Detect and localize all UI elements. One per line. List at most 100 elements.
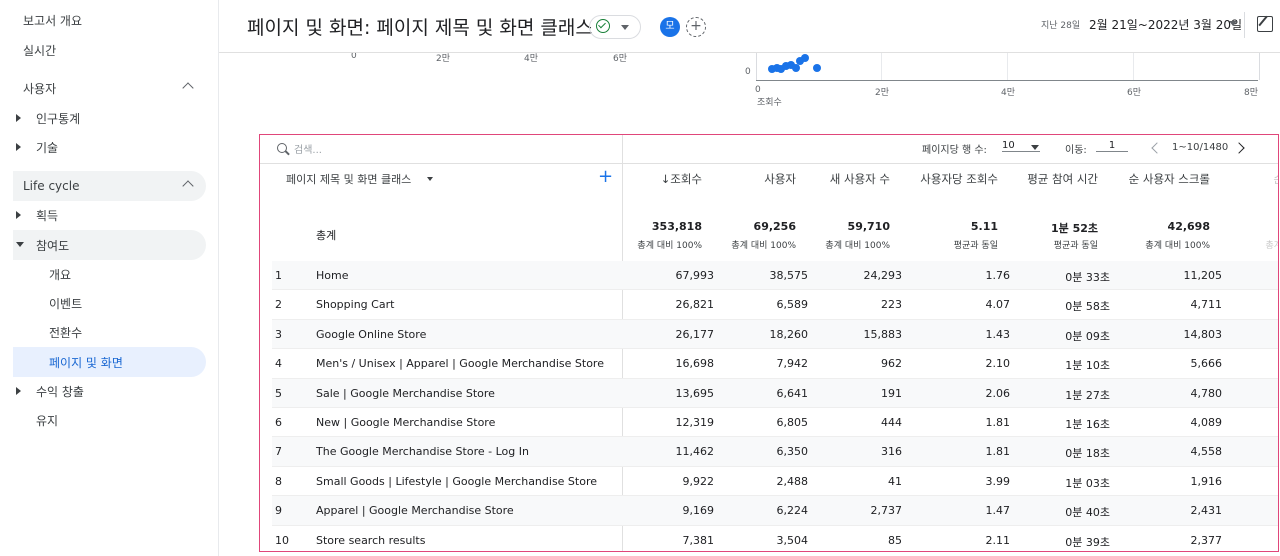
cell-engagement-time: 1분 10초 (1065, 359, 1110, 373)
sidebar-section-lifecycle[interactable]: Life cycle (13, 171, 206, 201)
cell-engagement-time: 0분 58초 (1065, 300, 1110, 314)
cell-new-users: 444 (881, 415, 902, 429)
comparison-avatar[interactable]: 모 (660, 17, 680, 37)
table-row[interactable]: 1 Home 67,993 38,575 24,293 1.76 0분 33초 11,205 (272, 261, 1278, 291)
cell-page-title[interactable]: Men's / Unisex | Apparel | Google Mercha… (316, 357, 604, 370)
column-header-unique-scroll[interactable]: 순 사용자 스크롤 (1129, 171, 1210, 187)
column-header-views[interactable]: ↓조회수 (661, 171, 702, 187)
dropdown-arrow-icon[interactable] (427, 177, 433, 181)
total-engagement-time: 1분 52초 (1050, 222, 1098, 235)
table-row[interactable]: 7 The Google Merchandise Store - Log In 11… (272, 437, 1278, 467)
prev-page-icon[interactable] (1151, 142, 1163, 154)
scatter-point[interactable] (800, 53, 809, 62)
cell-views-per-user: 4.07 (985, 298, 1011, 312)
cell-page-title[interactable]: Apparel | Google Merchandise Store (316, 504, 514, 517)
table-row[interactable]: 8 Small Goods | Lifestyle | Google Mercha… (272, 467, 1278, 497)
date-range-picker[interactable]: 2월 21일~2022년 3월 20일 (1089, 16, 1242, 33)
search-input[interactable]: 검색... (294, 141, 322, 156)
cell-unique-scroll: 4,089 (1190, 415, 1223, 429)
collapse-arrow-icon (16, 242, 24, 247)
dimension-header[interactable]: 페이지 제목 및 화면 클래스 (286, 171, 411, 187)
expand-arrow-icon (16, 211, 21, 219)
sidebar-item-acquisition[interactable]: 획득 (13, 200, 206, 230)
chevron-up-icon (182, 82, 194, 94)
cell-unique-scroll: 2,377 (1190, 533, 1223, 547)
sidebar-item-label: 수익 창출 (36, 384, 84, 399)
column-header-new-users[interactable]: 새 사용자 수 (830, 171, 890, 187)
sidebar-item-overview[interactable]: 보고서 개요 (13, 5, 206, 35)
table-row[interactable]: 6 New | Google Merchandise Store 12,319 6,8… (272, 408, 1278, 438)
cell-page-title[interactable]: Store search results (316, 534, 425, 547)
column-header-users[interactable]: 사용자 (764, 171, 796, 187)
table-row[interactable]: 5 Sale | Google Merchandise Store 13,695 6,… (272, 378, 1278, 408)
page-title: 페이지 및 화면: 페이지 제목 및 화면 클래스 (247, 17, 593, 39)
cell-unique-scroll: 11,205 (1183, 269, 1223, 282)
sidebar-item-label: 보고서 개요 (23, 13, 83, 28)
sidebar-item-monetization[interactable]: 수익 창출 (13, 376, 206, 406)
cell-page-title[interactable]: Sale | Google Merchandise Store (316, 387, 495, 400)
cell-unique-scroll: 5,666 (1190, 357, 1223, 371)
column-header-engagement-time[interactable]: 평균 참여 시간 (1027, 171, 1098, 187)
expand-arrow-icon (16, 387, 21, 395)
cell-engagement-time: 1분 27초 (1065, 388, 1110, 402)
goto-page-input[interactable]: 1 (1096, 140, 1128, 152)
chevron-up-icon (182, 180, 194, 192)
cell-engagement-time: 0분 33초 (1065, 271, 1110, 284)
table-row[interactable]: 3 Google Online Store 26,177 18,260 15,883 1.… (272, 319, 1278, 350)
column-header-views-per-user[interactable]: 사용자당 조회수 (920, 171, 998, 187)
cell-users: 6,589 (776, 298, 809, 312)
table-row[interactable]: 2 Shopping Cart 26,821 6,589 223 4.07 0분 58초 4,… (272, 290, 1278, 320)
data-table-panel: 검색... 페이지당 행 수: 10 이동: 1 1~10/1480 페이지 제… (259, 134, 1279, 552)
total-users: 69,256 (753, 220, 796, 233)
cell-page-title[interactable]: Shopping Cart (316, 298, 394, 311)
total-unique-scroll-sub: 총계 대비 100% (1145, 241, 1210, 251)
cell-views: 11,462 (675, 445, 715, 459)
sidebar-item-engagement-overview[interactable]: 개요 (13, 259, 206, 289)
sidebar-item-tech[interactable]: 기술 (13, 132, 206, 162)
cell-page-title[interactable]: Google Online Store (316, 328, 426, 341)
sidebar-item-pages-screens[interactable]: 페이지 및 화면 (13, 347, 206, 377)
cell-users: 6,350 (776, 445, 809, 459)
scatter-point[interactable] (791, 63, 800, 72)
sidebar-item-engagement[interactable]: 참여도 (13, 230, 206, 260)
cell-engagement-time: 0분 18초 (1065, 447, 1110, 461)
column-header-overflow[interactable]: 순 (1273, 171, 1278, 187)
sidebar-item-label: 참여도 (36, 238, 70, 253)
cell-page-title[interactable]: Home (316, 269, 348, 282)
cell-unique-scroll: 4,558 (1190, 445, 1223, 459)
cell-users: 3,504 (776, 533, 809, 547)
cell-views-per-user: 2.06 (985, 386, 1011, 400)
sidebar-item-realtime[interactable]: 실시간 (13, 35, 206, 65)
cell-page-title[interactable]: New | Google Merchandise Store (316, 416, 495, 429)
table-row[interactable]: 4 Men's / Unisex | Apparel | Google Merch… (272, 349, 1278, 379)
page-info: 1~10/1480 (1172, 142, 1229, 153)
sidebar-item-conversions[interactable]: 전환수 (13, 317, 206, 347)
sidebar-item-retention[interactable]: 유지 (13, 405, 206, 435)
cell-page-title[interactable]: Small Goods | Lifestyle | Google Merchan… (316, 475, 597, 488)
add-comparison-button[interactable]: + (686, 17, 706, 37)
totals-label: 총계 (316, 229, 337, 242)
cell-users: 38,575 (769, 269, 809, 282)
sidebar-item-events[interactable]: 이벤트 (13, 288, 206, 318)
goto-label: 이동: (1065, 145, 1087, 156)
dropdown-arrow-icon[interactable] (1031, 145, 1039, 150)
total-new-users: 59,710 (847, 220, 890, 233)
cell-page-title[interactable]: The Google Merchandise Store - Log In (316, 445, 529, 458)
next-page-icon[interactable] (1233, 142, 1245, 154)
cell-users: 6,641 (776, 386, 809, 400)
sidebar-section-users[interactable]: 사용자 (13, 73, 206, 103)
add-dimension-button[interactable]: + (598, 166, 613, 187)
sidebar-item-label: 이벤트 (49, 296, 83, 311)
total-views-sub: 총계 대비 100% (637, 241, 702, 251)
expand-arrow-icon (16, 114, 21, 122)
cell-new-users: 85 (888, 533, 902, 547)
cell-views-per-user: 1.43 (985, 327, 1011, 341)
customize-report-icon[interactable] (1257, 16, 1273, 32)
sidebar-item-demographics[interactable]: 인구통계 (13, 103, 206, 133)
dropdown-arrow-icon[interactable] (1229, 21, 1237, 26)
table-row[interactable]: 10 Store search results 7,381 3,504 85 2.11 0분… (272, 526, 1278, 551)
report-status-dropdown[interactable] (589, 15, 641, 39)
cell-views-per-user: 1.47 (985, 504, 1011, 518)
table-row[interactable]: 9 Apparel | Google Merchandise Store 9,169… (272, 496, 1278, 526)
cell-views: 13,695 (675, 386, 715, 400)
